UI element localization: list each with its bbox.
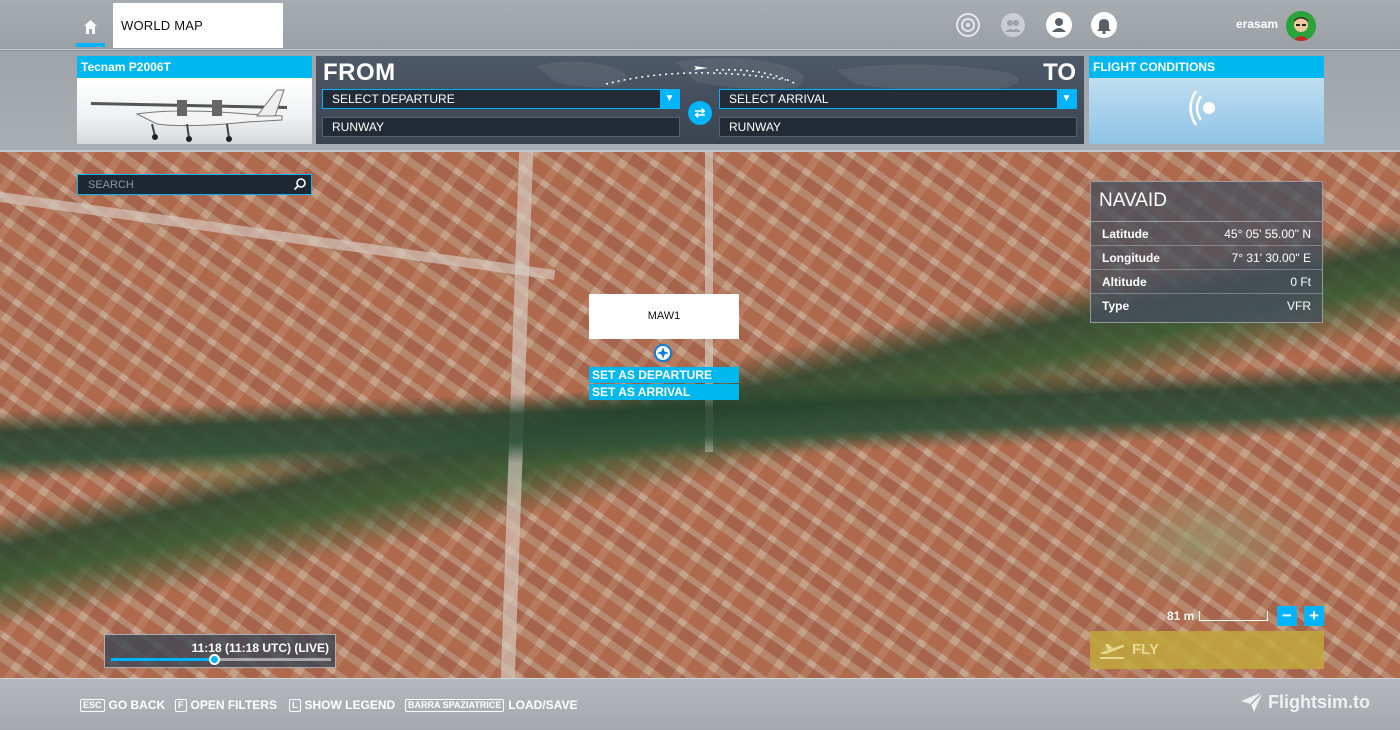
activity-icon[interactable] xyxy=(955,12,981,38)
key-badge: L xyxy=(289,698,301,712)
time-slider-fill xyxy=(111,658,215,661)
set-as-arrival-button[interactable]: SET AS ARRIVAL xyxy=(589,384,739,400)
active-tab-indicator xyxy=(76,43,105,47)
hint-label: SHOW LEGEND xyxy=(304,698,396,712)
search-icon[interactable] xyxy=(293,177,307,191)
flightsim-logo-icon xyxy=(1241,691,1264,712)
hint-label: GO BACK xyxy=(108,698,166,712)
bottom-bar: ESC GO BACK F OPEN FILTERS L SHOW LEGEND… xyxy=(0,678,1400,730)
departure-select[interactable]: SELECT DEPARTURE ▼ xyxy=(322,89,680,109)
hint-label: LOAD/SAVE xyxy=(508,698,578,712)
flight-conditions-title: FLIGHT CONDITIONS xyxy=(1089,56,1324,78)
open-filters-button[interactable]: F OPEN FILTERS xyxy=(175,698,277,712)
flight-conditions-card[interactable]: FLIGHT CONDITIONS xyxy=(1089,56,1324,144)
key-badge: ESC xyxy=(80,698,105,712)
waypoint-label: MAW1 xyxy=(589,294,739,339)
plane-takeoff-icon xyxy=(1100,644,1125,659)
zoom-in-button[interactable]: + xyxy=(1304,606,1324,626)
navaid-value: 7° 31' 30.00" E xyxy=(1231,250,1311,265)
fly-label: FLY xyxy=(1132,641,1159,658)
profile-icon[interactable] xyxy=(1046,12,1072,38)
navaid-row-altitude: Altitude 0 Ft xyxy=(1091,270,1322,294)
navaid-row-type: Type VFR xyxy=(1091,294,1322,318)
navaid-label: Type xyxy=(1102,299,1130,313)
time-slider-handle[interactable] xyxy=(209,654,221,665)
username[interactable]: erasam xyxy=(1236,17,1278,31)
key-badge: F xyxy=(175,698,187,712)
load-save-button[interactable]: BARRA SPAZIATRICE LOAD/SAVE xyxy=(405,698,577,712)
show-legend-button[interactable]: L SHOW LEGEND xyxy=(289,698,395,712)
navaid-title: NAVAID xyxy=(1091,182,1322,222)
arrival-runway-select[interactable]: RUNWAY xyxy=(719,117,1077,137)
flight-planner-panel: Tecnam P2006T FROM TO SELECT DEPARTURE ▼… xyxy=(0,51,1400,152)
swap-icon: ⇄ xyxy=(694,105,706,120)
key-badge: BARRA SPAZIATRICE xyxy=(405,698,505,712)
avatar[interactable] xyxy=(1286,11,1316,41)
departure-runway-select[interactable]: RUNWAY xyxy=(322,117,680,137)
time-widget: 11:18 (11:18 UTC) (LIVE) xyxy=(104,634,336,668)
waypoint-icon[interactable] xyxy=(654,344,672,362)
fly-button[interactable]: FLY xyxy=(1090,631,1324,669)
search-input[interactable] xyxy=(78,175,288,194)
navaid-label: Longitude xyxy=(1102,250,1160,265)
aircraft-image xyxy=(77,78,312,144)
navaid-value: 0 Ft xyxy=(1290,274,1311,289)
aircraft-selector[interactable]: Tecnam P2006T xyxy=(77,56,312,144)
from-label: FROM xyxy=(323,59,396,86)
top-bar: WORLD MAP erasam xyxy=(0,0,1400,50)
airplane-icon xyxy=(91,89,287,142)
map-scale-bar xyxy=(1199,611,1268,621)
set-as-departure-button[interactable]: SET AS DEPARTURE xyxy=(589,367,739,383)
aircraft-name: Tecnam P2006T xyxy=(77,56,312,78)
navaid-value: VFR xyxy=(1287,299,1311,313)
chevron-down-icon: ▼ xyxy=(1057,90,1076,108)
navaid-label: Latitude xyxy=(1102,226,1149,241)
time-slider[interactable] xyxy=(111,654,331,665)
arrival-select[interactable]: SELECT ARRIVAL ▼ xyxy=(719,89,1077,109)
to-label: TO xyxy=(1043,59,1076,86)
friends-icon[interactable] xyxy=(1000,12,1026,38)
notification-icon[interactable] xyxy=(1091,12,1117,38)
wind-icon xyxy=(1189,90,1215,126)
go-back-button[interactable]: ESC GO BACK xyxy=(80,698,165,712)
home-tab[interactable] xyxy=(76,3,105,47)
navaid-label: Altitude xyxy=(1102,274,1147,289)
navaid-value: 45° 05' 55.00" N xyxy=(1224,226,1311,241)
navaid-panel: NAVAID Latitude 45° 05' 55.00" N Longitu… xyxy=(1090,181,1323,323)
tab-world-map[interactable]: WORLD MAP xyxy=(113,3,283,48)
chevron-down-icon: ▼ xyxy=(660,90,679,108)
navaid-row-latitude: Latitude 45° 05' 55.00" N xyxy=(1091,222,1322,246)
search-box xyxy=(77,174,312,195)
departure-select-label: SELECT DEPARTURE xyxy=(332,92,455,106)
flightsim-watermark: Flightsim.to xyxy=(1240,691,1370,713)
zoom-out-button[interactable]: − xyxy=(1277,606,1297,626)
hint-label: OPEN FILTERS xyxy=(190,698,277,712)
brand-text: Flightsim.to xyxy=(1268,691,1370,712)
time-text: 11:18 (11:18 UTC) (LIVE) xyxy=(191,641,329,655)
route-box: FROM TO SELECT DEPARTURE ▼ SELECT ARRIVA… xyxy=(316,56,1084,144)
map-scale-label: 81 m xyxy=(1167,609,1195,623)
map-road xyxy=(0,192,556,280)
home-icon xyxy=(84,20,97,34)
navaid-row-longitude: Longitude 7° 31' 30.00" E xyxy=(1091,246,1322,270)
arrival-select-label: SELECT ARRIVAL xyxy=(729,92,829,106)
swap-button[interactable]: ⇄ xyxy=(688,101,712,125)
